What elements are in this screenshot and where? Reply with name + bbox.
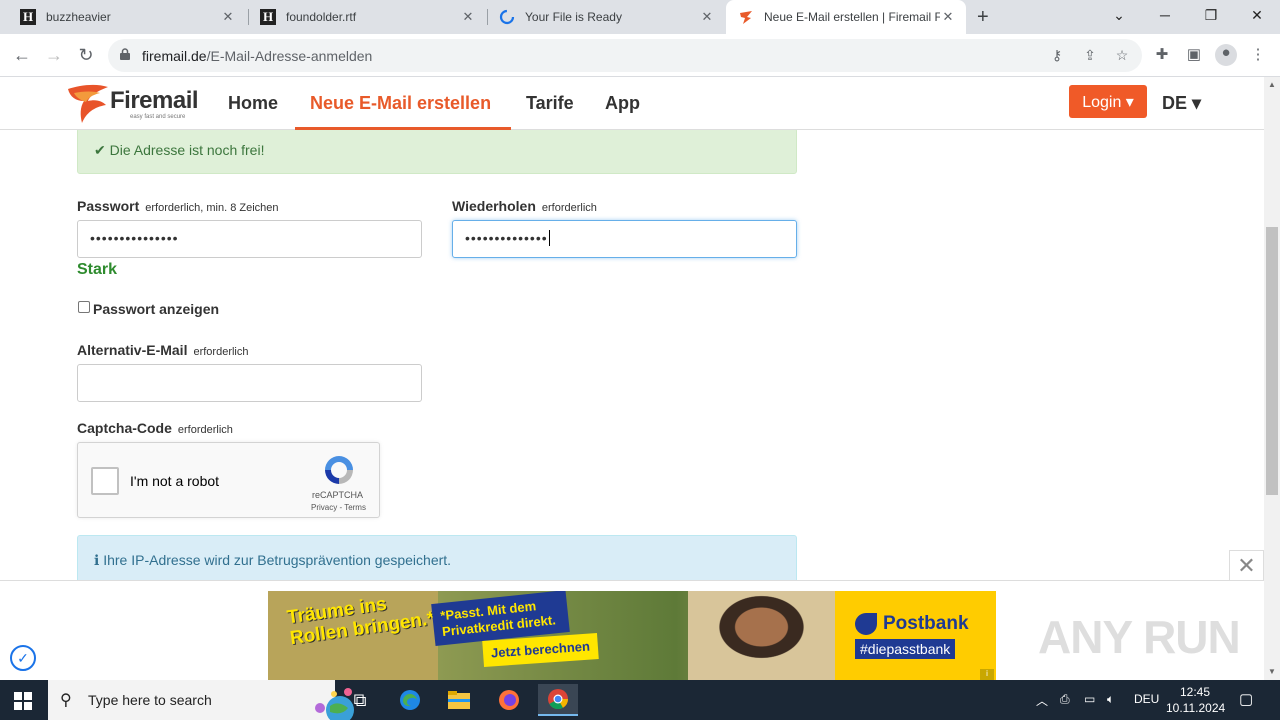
- watermark: ANY RUN: [1038, 611, 1241, 663]
- menu-icon[interactable]: ⋮: [1248, 45, 1268, 65]
- ad-brand-block: Postbank #diepasstbank i: [835, 591, 996, 681]
- password-strength: Stark: [77, 261, 118, 278]
- alt-email-label: Alternativ-E-Mail erforderlich: [77, 342, 249, 358]
- nav-app[interactable]: App: [605, 93, 640, 114]
- volume-icon[interactable]: 🔈︎: [1107, 692, 1114, 707]
- tab-foundolder[interactable]: H foundolder.rtf ✕: [248, 0, 486, 34]
- tab-search-icon[interactable]: ⌄: [1096, 0, 1142, 30]
- side-panel-icon[interactable]: ▣: [1184, 45, 1204, 65]
- address-bar[interactable]: firemail.de/E-Mail-Adresse-anmelden ⚷ ⇪ …: [108, 39, 1142, 72]
- close-icon[interactable]: ✕: [220, 9, 236, 25]
- tab-title: Your File is Ready: [525, 10, 622, 24]
- close-icon[interactable]: ✕: [699, 9, 715, 25]
- show-password-label[interactable]: Passwort anzeigen: [93, 301, 219, 317]
- language-indicator[interactable]: DEU: [1134, 692, 1159, 706]
- alt-email-field[interactable]: [77, 364, 422, 402]
- ad-hashtag: #diepasstbank: [855, 639, 956, 659]
- firemail-flame-icon: [68, 84, 108, 123]
- network-icon[interactable]: ▭: [1084, 692, 1095, 706]
- tab-buzzheavier[interactable]: H buzzheavier ✕: [8, 0, 246, 34]
- tab-title: foundolder.rtf: [286, 10, 357, 24]
- password-label: Passwort erforderlich, min. 8 Zeichen: [77, 198, 279, 214]
- tab-your-file-ready[interactable]: Your File is Ready ✕: [487, 0, 725, 34]
- language-dropdown[interactable]: DE ▾: [1162, 93, 1201, 114]
- privacy-shield-icon[interactable]: ✓: [10, 645, 36, 671]
- firemail-logo-icon: [738, 9, 754, 25]
- search-icon: ⚲: [60, 692, 72, 709]
- firemail-logo[interactable]: Firemail easy fast and secure: [66, 81, 199, 125]
- recaptcha-terms[interactable]: Privacy - Terms: [311, 503, 366, 512]
- back-button[interactable]: ←: [10, 43, 34, 67]
- ip-notice-alert: ℹ Ihre IP-Adresse wird zur Betrugspräven…: [77, 535, 797, 580]
- extensions-icon[interactable]: ✚: [1152, 45, 1172, 65]
- page-scrollbar[interactable]: ▲ ▼: [1264, 77, 1280, 680]
- scroll-down-icon[interactable]: ▼: [1268, 667, 1276, 676]
- close-window-button[interactable]: ✕: [1234, 0, 1280, 30]
- task-view-icon[interactable]: ⧉: [340, 684, 380, 716]
- loading-spinner-icon: [499, 9, 515, 25]
- address-available-alert: ✔ Die Adresse ist noch frei!: [77, 130, 797, 174]
- checkmark-icon: ✔: [94, 142, 106, 158]
- firefox-icon[interactable]: [489, 684, 529, 716]
- taskbar-search[interactable]: ⚲ Type here to search: [48, 680, 354, 720]
- postbank-logo-icon: [855, 613, 877, 635]
- file-explorer-icon[interactable]: [439, 684, 479, 716]
- repeat-password-field[interactable]: ••••••••••••••: [452, 220, 797, 258]
- logo-tagline: easy fast and secure: [130, 114, 186, 120]
- minimize-button[interactable]: ─: [1142, 0, 1188, 30]
- lock-icon: [120, 48, 130, 60]
- recaptcha-logo-icon: [325, 456, 353, 484]
- notification-icon[interactable]: ▢: [1239, 690, 1253, 708]
- key-icon[interactable]: ⚷: [1048, 47, 1066, 65]
- bookmark-star-icon[interactable]: ☆: [1113, 47, 1131, 65]
- logo-text: Firemail: [110, 87, 199, 114]
- h-letter-icon: H: [260, 9, 276, 25]
- new-tab-button[interactable]: +: [977, 6, 989, 29]
- ad-brand: Postbank: [883, 613, 969, 634]
- browser-toolbar: ← → ↻ firemail.de/E-Mail-Adresse-anmelde…: [0, 34, 1280, 77]
- clock[interactable]: 12:45 10.11.2024: [1166, 684, 1225, 716]
- ad-close-button[interactable]: ✕: [1229, 550, 1264, 580]
- recaptcha-brand: reCAPTCHA: [312, 490, 364, 500]
- windows-taskbar: ⚲ Type here to search ⧉ ︿ ⎙ ▭ 🔈︎ DEU 12:…: [0, 680, 1280, 720]
- nav-tarife[interactable]: Tarife: [526, 93, 574, 114]
- profile-avatar[interactable]: ●: [1215, 44, 1237, 66]
- scroll-up-icon[interactable]: ▲: [1268, 80, 1276, 89]
- password-field[interactable]: •••••••••••••••: [77, 220, 422, 258]
- chrome-icon[interactable]: [538, 684, 578, 716]
- recaptcha-checkbox[interactable]: [91, 467, 119, 495]
- site-header: Firemail easy fast and secure Home Neue …: [0, 77, 1264, 130]
- url-text: firemail.de/E-Mail-Adresse-anmelden: [142, 48, 373, 64]
- repeat-password-label: Wiederholen erforderlich: [452, 198, 597, 214]
- nav-new-email[interactable]: Neue E-Mail erstellen: [310, 93, 491, 114]
- recaptcha-widget: I'm not a robot reCAPTCHA Privacy - Term…: [77, 442, 380, 518]
- share-icon[interactable]: ⇪: [1081, 47, 1099, 65]
- reload-button[interactable]: ↻: [74, 43, 98, 67]
- login-button[interactable]: Login ▾: [1069, 85, 1147, 118]
- postbank-ad-banner[interactable]: Träume ins Rollen bringen.* *Passt. Mit …: [268, 591, 996, 681]
- signup-form: ✔ Die Adresse ist noch frei! Passwort erf…: [0, 130, 1264, 580]
- search-placeholder: Type here to search: [88, 692, 212, 708]
- forward-button[interactable]: →: [42, 43, 66, 67]
- h-letter-icon: H: [20, 9, 36, 25]
- close-icon[interactable]: ✕: [940, 9, 956, 25]
- tab-title: buzzheavier: [46, 10, 111, 24]
- ad-photo: [688, 591, 835, 681]
- info-icon: ℹ: [94, 552, 100, 568]
- nav-home[interactable]: Home: [228, 93, 278, 114]
- windows-start-icon[interactable]: [14, 692, 32, 710]
- show-password-checkbox[interactable]: [78, 301, 90, 313]
- restore-button[interactable]: ❐: [1188, 0, 1234, 30]
- scrollbar-thumb[interactable]: [1266, 227, 1278, 495]
- captcha-label: Captcha-Code erforderlich: [77, 420, 233, 436]
- close-icon[interactable]: ✕: [460, 9, 476, 25]
- tab-title: Neue E-Mail erstellen | Firemail F: [764, 10, 940, 24]
- tab-firemail[interactable]: Neue E-Mail erstellen | Firemail F ✕: [726, 0, 966, 34]
- network-device-icon[interactable]: ⎙: [1060, 692, 1070, 707]
- chevron-up-icon[interactable]: ︿: [1036, 692, 1048, 709]
- recaptcha-text: I'm not a robot: [130, 473, 220, 489]
- tab-strip: H buzzheavier ✕ H foundolder.rtf ✕ Your …: [0, 0, 1280, 34]
- edge-icon[interactable]: [390, 684, 430, 716]
